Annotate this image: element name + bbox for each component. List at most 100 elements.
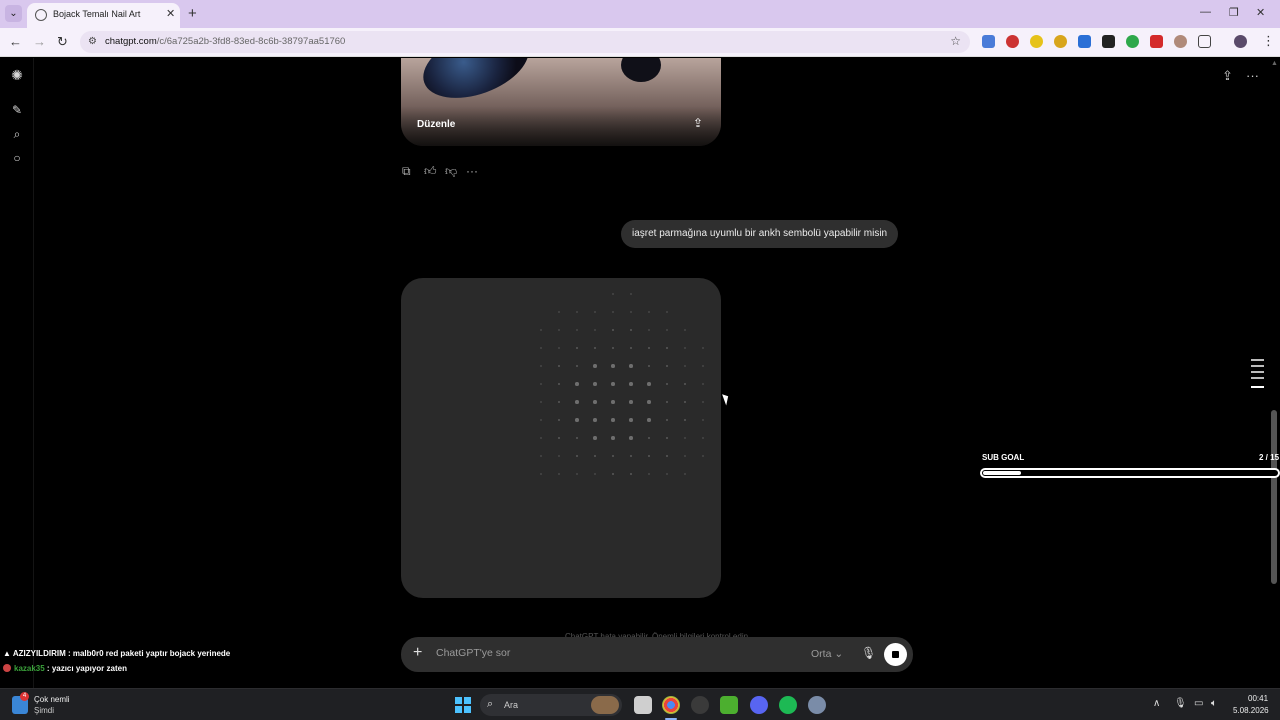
extension-shield-icon[interactable] [1126, 35, 1139, 48]
copy-icon[interactable]: ⧉ [402, 164, 411, 179]
tray-chevron-icon[interactable]: ∧ [1153, 698, 1160, 709]
minimap-line-active[interactable] [1251, 386, 1264, 388]
user-message-bubble: iaşret parmağına uyumlu bir ankh sembolü… [621, 220, 899, 248]
browser-menu-icon[interactable]: ⋮ [1262, 33, 1275, 49]
generating-image-placeholder [401, 278, 721, 598]
bookmark-star-icon[interactable]: ☆ [950, 34, 961, 48]
translate-extension-icon[interactable] [982, 35, 995, 48]
tray-network-icon[interactable]: ▭ [1194, 698, 1203, 709]
forward-icon[interactable]: → [33, 34, 46, 49]
minimap-line[interactable] [1251, 377, 1264, 379]
loading-dot [702, 365, 704, 367]
tray-mic-icon[interactable]: 🎙︎ [1174, 698, 1187, 709]
tray-volume-icon[interactable]: 🔈︎ [1211, 698, 1217, 709]
loading-dot [666, 311, 668, 313]
tab-search-icon[interactable]: ⌄ [5, 5, 22, 22]
address-bar[interactable]: ⚙ chatgpt.com/c/6a725a2b-3fd8-83ed-8c6b-… [80, 31, 970, 53]
taskbar-search[interactable]: ⌕ Ara [480, 694, 622, 716]
loading-dot [611, 436, 615, 440]
loading-dot [702, 419, 704, 421]
user-badge-icon [3, 664, 11, 672]
loading-dot [540, 401, 542, 403]
taskbar-time[interactable]: 00:41 [1248, 694, 1268, 703]
tab-close-icon[interactable]: ✕ [166, 7, 175, 20]
loading-dot [648, 473, 650, 475]
taskbar-date[interactable]: 5.08.2026 [1233, 706, 1269, 715]
loading-dot [540, 329, 542, 331]
back-icon[interactable]: ← [9, 34, 22, 49]
loading-dot [665, 382, 669, 386]
loading-dot [684, 437, 686, 439]
extension-tp-icon[interactable] [1150, 35, 1163, 48]
loading-dot [629, 436, 633, 440]
scrollbar-thumb[interactable] [1271, 410, 1277, 584]
maximize-icon[interactable]: ❐ [1229, 6, 1239, 19]
profile-avatar-icon[interactable] [1234, 35, 1247, 48]
spotify-icon[interactable] [779, 696, 797, 714]
settings-gear-icon[interactable] [808, 696, 826, 714]
browser-tabbar: ⌄ Bojack Temalı Nail Art ✕ + — ❐ ✕ [0, 0, 1280, 28]
tab-active[interactable]: Bojack Temalı Nail Art ✕ [27, 3, 180, 28]
loading-dot [629, 346, 633, 350]
loading-dot [540, 365, 542, 367]
more-options-icon[interactable]: ··· [1246, 68, 1259, 83]
reasoning-selector[interactable]: Orta ⌄ [811, 648, 843, 660]
more-actions-icon[interactable]: ··· [466, 164, 478, 178]
edit-image-button[interactable]: Düzenle [417, 119, 455, 130]
minimap-line[interactable] [1251, 365, 1264, 367]
openai-logo-icon[interactable]: ✺ [10, 68, 24, 82]
new-tab-icon[interactable]: + [188, 5, 197, 22]
loading-dot [611, 454, 615, 458]
loading-dot [665, 436, 669, 440]
site-info-icon[interactable]: ⚙ [88, 36, 100, 48]
app-update-icon[interactable] [691, 696, 709, 714]
library-chat-icon[interactable]: ○ [10, 151, 24, 165]
subgoal-count: 2 / 15 [1259, 453, 1280, 462]
close-window-icon[interactable]: ✕ [1256, 6, 1265, 19]
extension-honey-icon[interactable] [1054, 35, 1067, 48]
microphone-icon[interactable]: 🎙︎ [861, 646, 876, 660]
start-windows-icon[interactable] [455, 697, 471, 713]
loading-dot [611, 364, 615, 368]
loading-dot [611, 346, 615, 350]
prompt-input[interactable] [436, 647, 796, 659]
search-chats-icon[interactable]: ⌕ [10, 127, 24, 141]
share-image-icon[interactable]: ⇪ [693, 116, 703, 130]
previous-image-card[interactable]: Düzenle ⇪ [401, 58, 721, 146]
extension-yellow-icon[interactable] [1030, 35, 1043, 48]
loading-dot [575, 436, 579, 440]
extension-avatar-icon[interactable] [1174, 35, 1187, 48]
new-chat-icon[interactable]: ✎ [10, 103, 24, 117]
stop-generation-button[interactable] [884, 643, 907, 666]
minimap-line[interactable] [1251, 371, 1264, 373]
loading-dot [576, 329, 578, 331]
extension-dark-icon[interactable] [1102, 35, 1115, 48]
stream-chat-line: ▲ AZIZYILDIRIM : malb0r0 red paketi yapt… [3, 649, 231, 658]
loading-dot [593, 382, 597, 386]
loading-dot [558, 347, 560, 349]
minimize-icon[interactable]: — [1200, 6, 1211, 18]
notification-time[interactable]: Şimdi [34, 706, 54, 715]
minimap-line[interactable] [1251, 359, 1264, 361]
url-text[interactable]: chatgpt.com/c/6a725a2b-3fd8-83ed-8c6b-38… [105, 36, 345, 47]
thumbs-down-icon[interactable]: 👎︎ [445, 164, 457, 179]
chrome-icon[interactable] [662, 696, 680, 714]
loading-dot [629, 454, 633, 458]
reload-icon[interactable]: ↻ [57, 34, 68, 50]
extension-red-icon[interactable] [1006, 35, 1019, 48]
thumbs-up-icon[interactable]: 👍︎ [424, 164, 437, 179]
extensions-puzzle-icon[interactable] [1198, 35, 1211, 48]
loading-dot [575, 418, 579, 422]
extension-window-icon[interactable] [1078, 35, 1091, 48]
notification-title[interactable]: Çok nemli [34, 695, 70, 704]
tab-title: Bojack Temalı Nail Art [53, 9, 141, 19]
live-app-icon[interactable] [720, 696, 738, 714]
scroll-up-icon[interactable]: ▲ [1271, 60, 1278, 67]
share-conversation-icon[interactable]: ⇪ [1222, 68, 1233, 84]
loading-dot [630, 311, 632, 313]
attach-plus-icon[interactable]: + [413, 644, 422, 662]
file-explorer-icon[interactable] [634, 696, 652, 714]
loading-dot [540, 437, 542, 439]
discord-icon[interactable] [750, 696, 768, 714]
loading-dot [647, 382, 651, 386]
